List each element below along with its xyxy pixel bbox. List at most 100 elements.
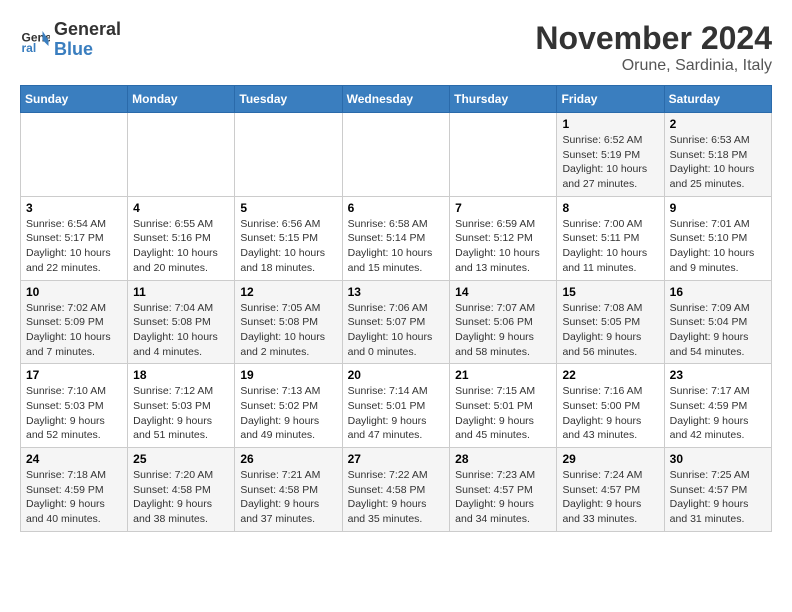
calendar-cell: 12 Sunrise: 7:05 AM Sunset: 5:08 PM Dayli…	[235, 280, 342, 364]
day-info: Sunrise: 7:21 AM Sunset: 4:58 PM Dayligh…	[240, 468, 336, 527]
weekday-header-thursday: Thursday	[450, 86, 557, 113]
day-info: Sunrise: 7:17 AM Sunset: 4:59 PM Dayligh…	[670, 384, 766, 443]
day-info: Sunrise: 7:25 AM Sunset: 4:57 PM Dayligh…	[670, 468, 766, 527]
day-number: 7	[455, 201, 551, 215]
day-info: Sunrise: 6:56 AM Sunset: 5:15 PM Dayligh…	[240, 217, 336, 276]
weekday-header-wednesday: Wednesday	[342, 86, 450, 113]
day-info: Sunrise: 7:05 AM Sunset: 5:08 PM Dayligh…	[240, 301, 336, 360]
day-number: 26	[240, 452, 336, 466]
calendar-cell: 25 Sunrise: 7:20 AM Sunset: 4:58 PM Dayli…	[128, 448, 235, 532]
weekday-header-friday: Friday	[557, 86, 664, 113]
day-info: Sunrise: 7:01 AM Sunset: 5:10 PM Dayligh…	[670, 217, 766, 276]
day-number: 24	[26, 452, 122, 466]
month-title: November 2024	[535, 20, 772, 57]
day-info: Sunrise: 6:59 AM Sunset: 5:12 PM Dayligh…	[455, 217, 551, 276]
day-info: Sunrise: 7:23 AM Sunset: 4:57 PM Dayligh…	[455, 468, 551, 527]
day-number: 28	[455, 452, 551, 466]
calendar-cell: 15Sunrise: 7:08 AM Sunset: 5:05 PM Dayli…	[557, 280, 664, 364]
calendar-cell: 20 Sunrise: 7:14 AM Sunset: 5:01 PM Dayli…	[342, 364, 450, 448]
calendar-cell: 4 Sunrise: 6:55 AM Sunset: 5:16 PM Daylig…	[128, 196, 235, 280]
day-number: 9	[670, 201, 766, 215]
day-info: Sunrise: 7:07 AM Sunset: 5:06 PM Dayligh…	[455, 301, 551, 360]
calendar-week-2: 3Sunrise: 6:54 AM Sunset: 5:17 PM Daylig…	[21, 196, 772, 280]
calendar-cell: 13 Sunrise: 7:06 AM Sunset: 5:07 PM Dayli…	[342, 280, 450, 364]
day-number: 27	[348, 452, 445, 466]
day-number: 5	[240, 201, 336, 215]
day-info: Sunrise: 6:53 AM Sunset: 5:18 PM Dayligh…	[670, 133, 766, 192]
calendar-cell: 29 Sunrise: 7:24 AM Sunset: 4:57 PM Dayli…	[557, 448, 664, 532]
weekday-header-saturday: Saturday	[664, 86, 771, 113]
calendar-cell: 7 Sunrise: 6:59 AM Sunset: 5:12 PM Daylig…	[450, 196, 557, 280]
calendar-cell	[128, 113, 235, 197]
logo-icon: Gene ral	[20, 25, 50, 55]
calendar-cell: 24 Sunrise: 7:18 AM Sunset: 4:59 PM Dayli…	[21, 448, 128, 532]
calendar-cell: 18 Sunrise: 7:12 AM Sunset: 5:03 PM Dayli…	[128, 364, 235, 448]
day-number: 1	[562, 117, 658, 131]
day-number: 30	[670, 452, 766, 466]
calendar-cell: 6 Sunrise: 6:58 AM Sunset: 5:14 PM Daylig…	[342, 196, 450, 280]
logo: Gene ral General Blue	[20, 20, 121, 60]
calendar-week-4: 17 Sunrise: 7:10 AM Sunset: 5:03 PM Dayli…	[21, 364, 772, 448]
day-info: Sunrise: 6:52 AM Sunset: 5:19 PM Dayligh…	[562, 133, 658, 192]
title-block: November 2024 Orune, Sardinia, Italy	[535, 20, 772, 75]
day-info: Sunrise: 7:02 AM Sunset: 5:09 PM Dayligh…	[26, 301, 122, 360]
day-info: Sunrise: 7:15 AM Sunset: 5:01 PM Dayligh…	[455, 384, 551, 443]
day-info: Sunrise: 6:58 AM Sunset: 5:14 PM Dayligh…	[348, 217, 445, 276]
calendar-cell: 1 Sunrise: 6:52 AM Sunset: 5:19 PM Daylig…	[557, 113, 664, 197]
calendar-cell	[342, 113, 450, 197]
calendar-cell: 10 Sunrise: 7:02 AM Sunset: 5:09 PM Dayli…	[21, 280, 128, 364]
day-number: 12	[240, 285, 336, 299]
calendar-cell: 3Sunrise: 6:54 AM Sunset: 5:17 PM Daylig…	[21, 196, 128, 280]
day-number: 25	[133, 452, 229, 466]
day-info: Sunrise: 7:18 AM Sunset: 4:59 PM Dayligh…	[26, 468, 122, 527]
svg-text:ral: ral	[22, 41, 37, 55]
day-info: Sunrise: 7:24 AM Sunset: 4:57 PM Dayligh…	[562, 468, 658, 527]
day-number: 10	[26, 285, 122, 299]
day-info: Sunrise: 7:16 AM Sunset: 5:00 PM Dayligh…	[562, 384, 658, 443]
weekday-header-tuesday: Tuesday	[235, 86, 342, 113]
calendar-cell: 30 Sunrise: 7:25 AM Sunset: 4:57 PM Dayli…	[664, 448, 771, 532]
day-info: Sunrise: 7:04 AM Sunset: 5:08 PM Dayligh…	[133, 301, 229, 360]
day-info: Sunrise: 7:09 AM Sunset: 5:04 PM Dayligh…	[670, 301, 766, 360]
day-number: 29	[562, 452, 658, 466]
day-number: 22	[562, 368, 658, 382]
day-number: 17	[26, 368, 122, 382]
page-header: Gene ral General Blue November 2024 Orun…	[20, 20, 772, 75]
day-number: 21	[455, 368, 551, 382]
calendar-cell: 17 Sunrise: 7:10 AM Sunset: 5:03 PM Dayli…	[21, 364, 128, 448]
day-number: 19	[240, 368, 336, 382]
day-number: 23	[670, 368, 766, 382]
calendar-cell: 5 Sunrise: 6:56 AM Sunset: 5:15 PM Daylig…	[235, 196, 342, 280]
day-info: Sunrise: 6:54 AM Sunset: 5:17 PM Dayligh…	[26, 217, 122, 276]
day-info: Sunrise: 7:13 AM Sunset: 5:02 PM Dayligh…	[240, 384, 336, 443]
day-info: Sunrise: 7:14 AM Sunset: 5:01 PM Dayligh…	[348, 384, 445, 443]
day-info: Sunrise: 7:00 AM Sunset: 5:11 PM Dayligh…	[562, 217, 658, 276]
day-number: 13	[348, 285, 445, 299]
logo-text-general: General	[54, 20, 121, 40]
day-number: 18	[133, 368, 229, 382]
day-info: Sunrise: 7:06 AM Sunset: 5:07 PM Dayligh…	[348, 301, 445, 360]
day-info: Sunrise: 6:55 AM Sunset: 5:16 PM Dayligh…	[133, 217, 229, 276]
day-number: 11	[133, 285, 229, 299]
day-number: 4	[133, 201, 229, 215]
calendar-header-row: SundayMondayTuesdayWednesdayThursdayFrid…	[21, 86, 772, 113]
day-number: 14	[455, 285, 551, 299]
day-info: Sunrise: 7:22 AM Sunset: 4:58 PM Dayligh…	[348, 468, 445, 527]
calendar-cell: 23 Sunrise: 7:17 AM Sunset: 4:59 PM Dayli…	[664, 364, 771, 448]
calendar-table: SundayMondayTuesdayWednesdayThursdayFrid…	[20, 85, 772, 532]
calendar-week-1: 1 Sunrise: 6:52 AM Sunset: 5:19 PM Daylig…	[21, 113, 772, 197]
day-info: Sunrise: 7:20 AM Sunset: 4:58 PM Dayligh…	[133, 468, 229, 527]
day-info: Sunrise: 7:10 AM Sunset: 5:03 PM Dayligh…	[26, 384, 122, 443]
day-number: 15	[562, 285, 658, 299]
day-number: 20	[348, 368, 445, 382]
calendar-cell: 11 Sunrise: 7:04 AM Sunset: 5:08 PM Dayli…	[128, 280, 235, 364]
calendar-cell: 22 Sunrise: 7:16 AM Sunset: 5:00 PM Dayli…	[557, 364, 664, 448]
day-info: Sunrise: 7:12 AM Sunset: 5:03 PM Dayligh…	[133, 384, 229, 443]
calendar-cell	[235, 113, 342, 197]
weekday-header-sunday: Sunday	[21, 86, 128, 113]
calendar-cell	[21, 113, 128, 197]
calendar-cell: 14 Sunrise: 7:07 AM Sunset: 5:06 PM Dayli…	[450, 280, 557, 364]
calendar-cell: 27 Sunrise: 7:22 AM Sunset: 4:58 PM Dayli…	[342, 448, 450, 532]
day-number: 6	[348, 201, 445, 215]
calendar-cell: 21 Sunrise: 7:15 AM Sunset: 5:01 PM Dayli…	[450, 364, 557, 448]
